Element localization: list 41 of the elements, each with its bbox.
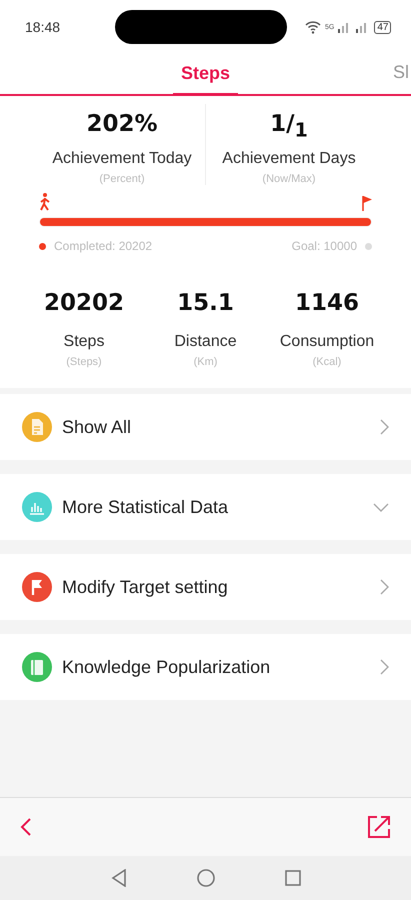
stat-label: Distance	[174, 333, 237, 351]
wifi-icon	[305, 20, 321, 34]
summary-label: Achievement Days	[222, 150, 356, 168]
summary-unit: (Now/Max)	[262, 173, 316, 185]
stat-value: 20202	[44, 289, 124, 318]
menu-item[interactable]: More Statistical Data	[0, 474, 411, 540]
menu-item[interactable]: Show All	[0, 394, 411, 460]
chevron-down-icon	[373, 502, 389, 512]
summary-value: 1/$_{1}$	[270, 110, 308, 144]
menu-label: More Statistical Data	[62, 496, 230, 518]
goal-label: Goal: 10000	[292, 239, 357, 253]
stat-value: 1146	[294, 289, 359, 318]
legend-dot	[365, 242, 372, 250]
summary-value: 202%	[86, 110, 158, 139]
chevron-right-icon	[380, 419, 389, 435]
back-nav-icon[interactable]	[110, 869, 126, 887]
menu-label: Modify Target setting	[62, 576, 229, 598]
menu-item[interactable]: Knowledge Popularization	[0, 634, 411, 700]
completed-label: Completed: 20202	[54, 239, 152, 253]
menu-label: Knowledge Popularization	[62, 656, 272, 678]
legend-dot	[39, 242, 46, 250]
chevron-left-icon	[20, 817, 32, 837]
chevron-right-icon	[380, 579, 389, 595]
stat-label: Steps	[64, 333, 104, 351]
walker-icon	[39, 193, 51, 211]
flag-icon	[362, 195, 372, 211]
stat-unit: (Steps)	[66, 356, 102, 368]
stat-unit: (Kcal)	[312, 356, 342, 368]
stat-unit: (Km)	[194, 356, 218, 368]
menu-label: Show All	[62, 416, 132, 438]
chevron-right-icon	[380, 659, 389, 675]
summary-unit: (Percent)	[99, 173, 145, 185]
recents-nav-icon[interactable]	[284, 870, 300, 886]
status-time: 18:48	[25, 19, 62, 35]
stat-label: Consumption	[280, 333, 374, 351]
share-icon	[367, 815, 391, 839]
stat-value: 15.1	[177, 289, 234, 318]
home-nav-icon[interactable]	[196, 869, 214, 887]
summary-label: Achievement Today	[52, 150, 192, 168]
menu-item[interactable]: Modify Target setting	[0, 554, 411, 620]
battery-level: 47	[374, 20, 392, 34]
